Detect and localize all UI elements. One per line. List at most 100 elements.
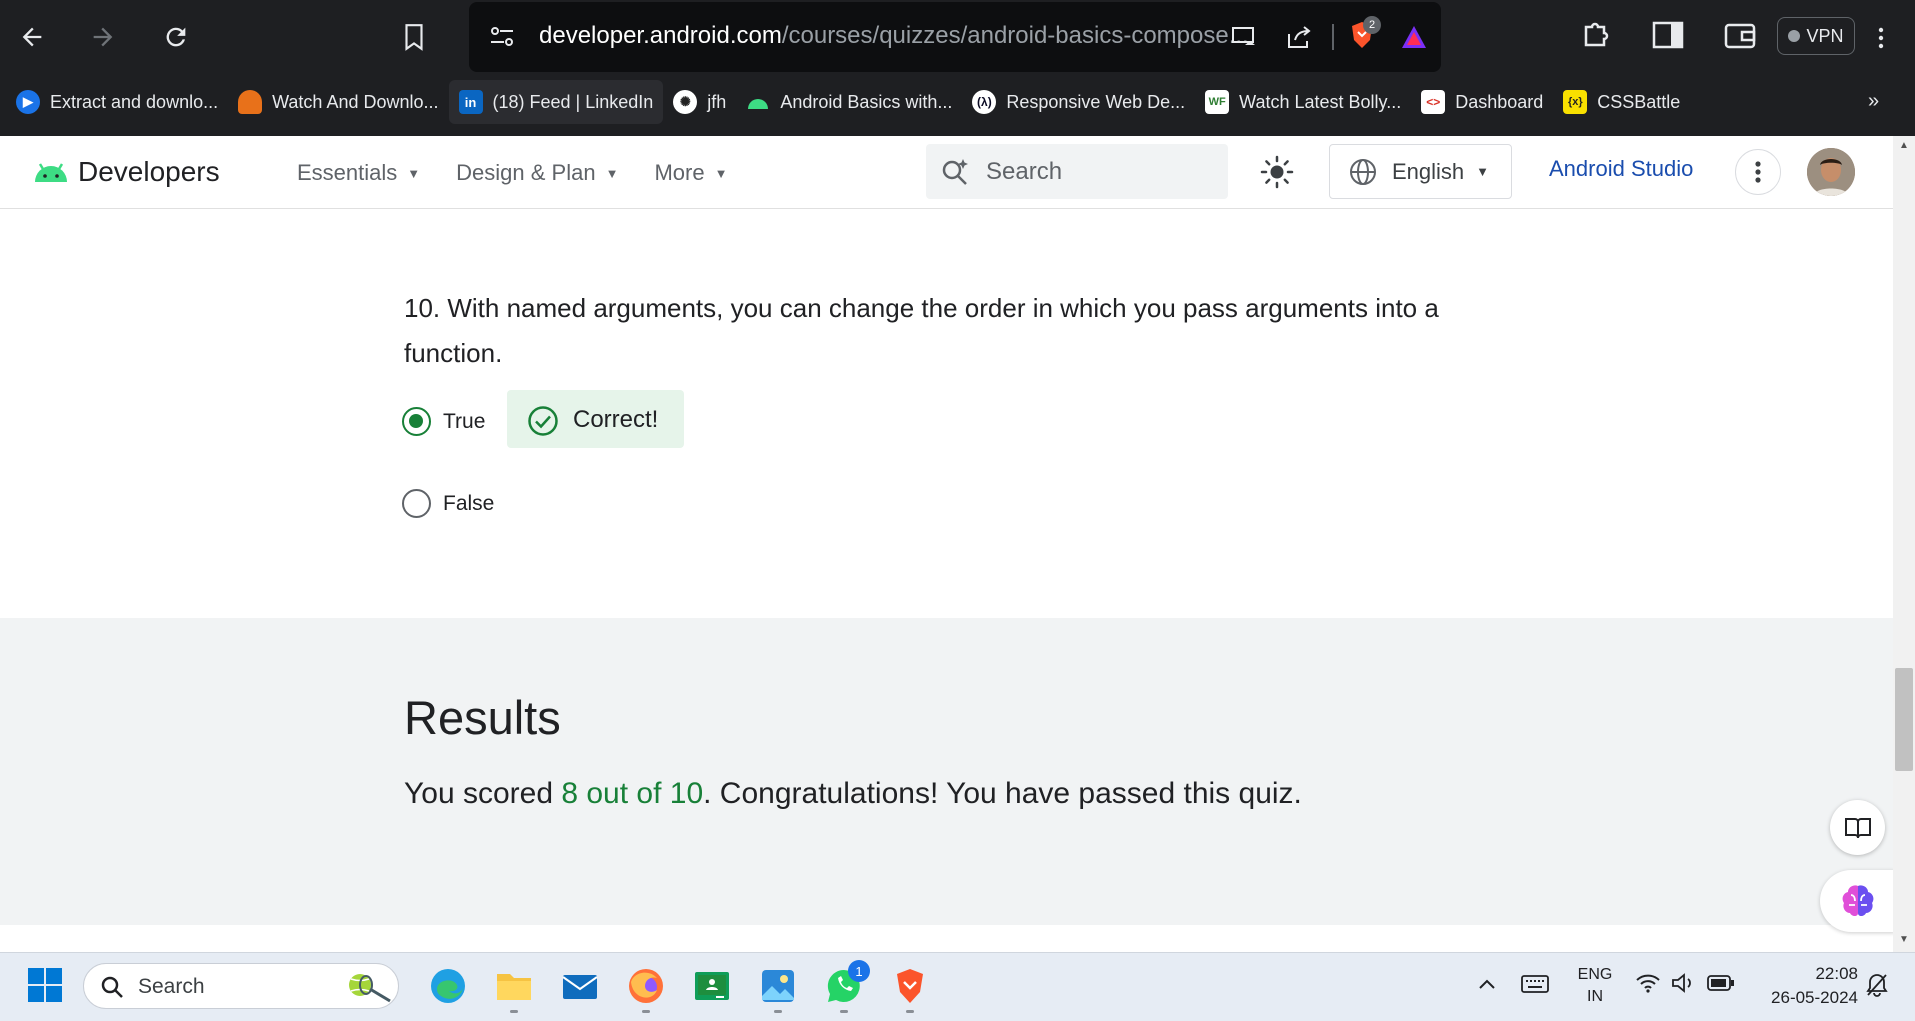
battery-icon[interactable] — [1707, 974, 1735, 992]
brand-name: Developers — [78, 156, 220, 187]
bookmark-label: Dashboard — [1455, 91, 1544, 112]
cssbattle-icon: {x} — [1563, 90, 1588, 114]
bookmark-item[interactable]: Watch And Downlo... — [228, 80, 448, 124]
ai-assistant-button[interactable] — [1820, 870, 1895, 932]
forward-button[interactable] — [85, 19, 121, 55]
classroom-taskbar-icon[interactable] — [692, 966, 732, 1006]
page-scrollbar[interactable]: ▲ ▼ — [1893, 136, 1915, 952]
sidebar-icon[interactable] — [1652, 20, 1684, 50]
bookmark-label: Extract and downlo... — [50, 91, 219, 112]
bookmark-item[interactable]: (λ) Responsive Web De... — [962, 80, 1195, 124]
hat-icon — [238, 90, 263, 114]
system-clock[interactable]: 22:08 26-05-2024 — [1752, 962, 1858, 1010]
language-select[interactable]: English ▼ — [1329, 144, 1512, 199]
photos-taskbar-icon[interactable] — [758, 966, 798, 1006]
whatsapp-taskbar-icon[interactable]: 1 — [824, 960, 870, 1006]
bookmark-item[interactable]: Android Basics with... — [736, 80, 962, 124]
profile-photo — [1807, 148, 1855, 196]
results-title: Results — [404, 691, 561, 744]
brain-icon — [1842, 885, 1873, 916]
avatar[interactable] — [1807, 148, 1855, 196]
main-nav: Essentials ▼ Design & Plan ▼ More ▼ — [297, 160, 727, 186]
theme-toggle-icon[interactable] — [1260, 155, 1294, 189]
results-summary: You scored 8 out of 10. Congratulations!… — [404, 777, 1302, 811]
search-sparkle-icon — [942, 159, 968, 185]
brave-shields-button[interactable]: 2 — [1349, 16, 1381, 52]
wallet-icon[interactable] — [1724, 20, 1756, 50]
caret-down-icon: ▼ — [1476, 164, 1490, 179]
tennis-highlight-icon — [349, 974, 391, 1003]
bookmark-page-button[interactable] — [396, 19, 432, 55]
option-false-label[interactable]: False — [443, 492, 494, 516]
browser-menu-icon[interactable] — [1876, 26, 1886, 50]
bookmark-item[interactable]: ✺ jfh — [663, 80, 736, 124]
option-true-label[interactable]: True — [443, 410, 485, 434]
notification-bell-icon[interactable] — [1865, 972, 1889, 998]
bookmark-item[interactable]: {x} CSSBattle — [1553, 80, 1690, 124]
arrow-left-icon — [22, 27, 42, 47]
more-options-button[interactable] — [1735, 149, 1781, 195]
nav-more[interactable]: More ▼ — [654, 160, 727, 186]
android-logo-icon — [35, 163, 67, 182]
site-settings-icon[interactable] — [489, 25, 515, 49]
nav-label: Design & Plan — [456, 160, 596, 185]
reload-icon — [166, 27, 186, 47]
file-explorer-taskbar-icon[interactable] — [494, 966, 534, 1006]
input-language[interactable]: ENG IN — [1572, 964, 1618, 1008]
reader-mode-button[interactable] — [1830, 800, 1885, 855]
radio-false[interactable] — [402, 489, 431, 518]
caret-down-icon: ▼ — [407, 165, 421, 181]
vpn-button[interactable]: VPN — [1777, 17, 1855, 55]
running-indicator — [906, 1010, 914, 1013]
bookmarks-bar: ▶ Extract and downlo... Watch And Downlo… — [0, 80, 1915, 124]
nav-essentials[interactable]: Essentials ▼ — [297, 160, 420, 186]
cast-icon[interactable] — [1231, 26, 1257, 48]
bookmark-label: jfh — [707, 91, 727, 112]
play-circle-icon: ▶ — [16, 90, 40, 114]
bookmark-item[interactable]: WF Watch Latest Bolly... — [1195, 80, 1411, 124]
feedback-text: Correct! — [573, 406, 659, 433]
share-icon[interactable] — [1286, 24, 1312, 50]
chevron-up-icon[interactable] — [1478, 978, 1496, 990]
firefox-taskbar-icon[interactable] — [626, 966, 666, 1006]
reload-button[interactable] — [158, 19, 194, 55]
site-header: Developers Essentials ▼ Design & Plan ▼ Mo… — [0, 136, 1893, 209]
keyboard-icon[interactable] — [1521, 974, 1549, 994]
mail-taskbar-icon[interactable] — [560, 966, 600, 1006]
nav-design-plan[interactable]: Design & Plan ▼ — [456, 160, 618, 186]
volume-icon[interactable] — [1670, 972, 1696, 994]
results-section — [0, 618, 1893, 925]
bookmark-label: Android Basics with... — [780, 91, 953, 112]
scroll-up-icon[interactable]: ▲ — [1899, 140, 1909, 151]
nav-label: More — [654, 160, 705, 185]
caret-down-icon: ▼ — [714, 165, 728, 181]
address-bar[interactable]: developer.android.com/courses/quizzes/an… — [469, 2, 1441, 72]
back-button[interactable] — [14, 19, 50, 55]
bookmark-icon — [405, 24, 423, 51]
bookmark-item[interactable]: ▶ Extract and downlo... — [0, 80, 228, 124]
code-icon: <> — [1421, 90, 1446, 114]
arrow-right-icon — [93, 27, 113, 47]
android-studio-link[interactable]: Android Studio — [1549, 156, 1693, 182]
wifi-icon[interactable] — [1635, 972, 1661, 994]
clock-time: 22:08 — [1815, 964, 1858, 983]
kebab-menu-icon — [1755, 161, 1761, 183]
more-bookmarks-icon[interactable]: » — [1868, 90, 1879, 113]
bookmark-item[interactable]: <> Dashboard — [1411, 80, 1553, 124]
extensions-icon[interactable] — [1580, 19, 1612, 51]
radio-true[interactable] — [402, 407, 431, 436]
url-text[interactable]: developer.android.com/courses/quizzes/an… — [539, 22, 1249, 50]
taskbar-search[interactable]: Search — [83, 963, 399, 1009]
brave-rewards-icon[interactable] — [1400, 24, 1428, 50]
brand-logo[interactable]: Developers — [32, 156, 220, 188]
windows-start-icon[interactable] — [27, 967, 63, 1003]
bookmark-item[interactable]: in (18) Feed | LinkedIn — [448, 80, 664, 124]
scroll-down-icon[interactable]: ▼ — [1899, 934, 1909, 945]
scroll-thumb[interactable] — [1895, 668, 1913, 771]
site-search-input[interactable]: Search — [926, 144, 1228, 199]
brave-taskbar-icon[interactable] — [890, 966, 930, 1006]
vpn-label: VPN — [1806, 25, 1844, 46]
open-book-icon — [1844, 817, 1871, 838]
nav-label: Essentials — [297, 160, 398, 185]
edge-taskbar-icon[interactable] — [428, 966, 468, 1006]
